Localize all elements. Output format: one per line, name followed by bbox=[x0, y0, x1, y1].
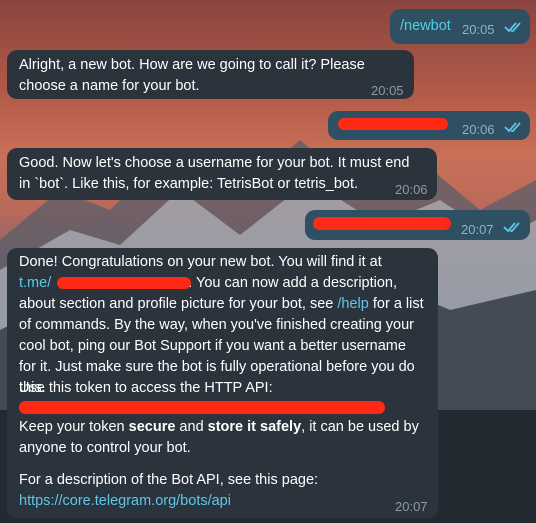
message-text: Alright, a new bot. How are we going to … bbox=[19, 57, 369, 94]
incoming-message-bot-created[interactable]: Done! Congratulations on your new bot. Y… bbox=[7, 248, 438, 518]
paragraph-api-description: For a description of the Bot API, see th… bbox=[19, 472, 319, 488]
command-text[interactable]: /newbot bbox=[400, 16, 451, 37]
bold-store-safely: store it safely bbox=[207, 419, 302, 435]
message-time: 20:05 bbox=[371, 83, 404, 98]
outgoing-message-newbot[interactable]: /newbot 20:05 bbox=[390, 9, 530, 44]
text-segment: and bbox=[175, 419, 208, 435]
redacted-bot-link bbox=[57, 277, 191, 289]
double-check-icon bbox=[504, 22, 521, 33]
paragraph-congratulations: Done! Congratulations on your new bot. Y… bbox=[19, 252, 426, 399]
paragraph-keep-token: Keep your token secure and store it safe… bbox=[19, 417, 426, 459]
bold-secure: secure bbox=[128, 419, 176, 435]
text-segment: Keep your token bbox=[19, 419, 129, 435]
incoming-message-choose-username[interactable]: Good. Now let's choose a username for yo… bbox=[7, 148, 437, 200]
chat-window: { "messages": { "m1": { "text": "/newbot… bbox=[0, 0, 536, 523]
message-time: 20:07 bbox=[395, 499, 428, 514]
bot-api-link[interactable]: https://core.telegram.org/bots/api bbox=[19, 493, 231, 509]
help-command-link[interactable]: /help bbox=[337, 296, 368, 312]
bot-link[interactable]: t.me/ bbox=[19, 275, 51, 291]
message-time: 20:05 bbox=[462, 22, 495, 37]
redacted-token bbox=[19, 401, 385, 414]
double-check-icon bbox=[503, 222, 520, 233]
message-text: Good. Now let's choose a username for yo… bbox=[19, 155, 414, 192]
incoming-message-choose-name[interactable]: Alright, a new bot. How are we going to … bbox=[7, 50, 414, 99]
message-time: 20:06 bbox=[462, 122, 495, 137]
redacted-bot-name bbox=[338, 118, 448, 130]
outgoing-message-bot-name[interactable]: 20:06 bbox=[328, 111, 530, 140]
redacted-bot-username bbox=[313, 217, 451, 230]
outgoing-message-bot-username[interactable]: 20:07 bbox=[305, 210, 530, 240]
text-segment: Done! Congratulations on your new bot. Y… bbox=[19, 254, 382, 270]
message-time: 20:06 bbox=[395, 182, 428, 197]
message-time: 20:07 bbox=[461, 222, 494, 237]
double-check-icon bbox=[504, 122, 521, 133]
paragraph-api-link: https://core.telegram.org/bots/api bbox=[19, 491, 426, 512]
paragraph-token-label: Use this token to access the HTTP API: bbox=[19, 380, 273, 396]
